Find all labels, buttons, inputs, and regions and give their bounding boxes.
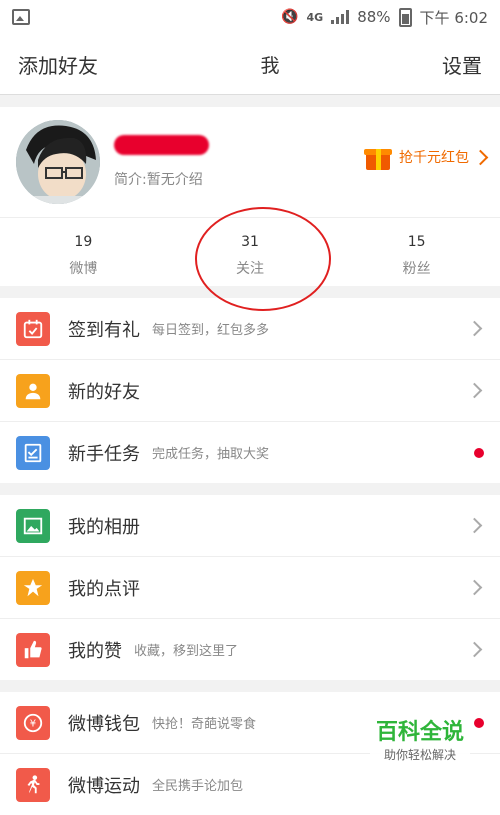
network-type: 4G	[306, 10, 324, 24]
gift-icon	[363, 143, 393, 171]
stat-label: 关注	[236, 261, 264, 277]
star-icon	[16, 570, 50, 605]
stat-followers[interactable]: 15 粉丝	[333, 218, 500, 286]
menu-item-label: 微博钱包	[68, 713, 140, 735]
signal-icon	[331, 10, 350, 24]
svg-text:¥: ¥	[30, 718, 36, 729]
menu-item-label: 签到有礼	[68, 319, 140, 341]
menu-item-checkin[interactable]: 签到有礼 每日签到，红包多多	[0, 298, 500, 360]
chevron-right-icon	[466, 320, 483, 337]
menu-item-newbie-tasks[interactable]: 新手任务 完成任务，抽取大奖	[0, 422, 500, 483]
photo-icon	[16, 508, 50, 543]
avatar[interactable]	[16, 120, 100, 204]
username-redacted	[114, 135, 209, 155]
menu-item-new-friends[interactable]: 新的好友	[0, 360, 500, 422]
menu-item-label: 新手任务	[68, 443, 140, 465]
chevron-right-icon	[466, 382, 483, 399]
watermark: 百科全说 助你轻松解决	[369, 712, 470, 765]
clock: 下午 6:02	[419, 8, 488, 27]
menu-item-desc: 完成任务，抽取大奖	[152, 447, 270, 462]
profile-header[interactable]: 简介:暂无介绍 抢千元红包	[0, 107, 500, 217]
chevron-right-icon	[472, 149, 489, 165]
menu-item-label: 我的相册	[68, 516, 140, 538]
thumbs-up-icon	[16, 632, 50, 667]
mute-icon: 🔇	[281, 9, 299, 25]
chevron-right-icon	[466, 517, 483, 534]
image-notification-icon	[12, 9, 30, 25]
menu-item-reviews[interactable]: 我的点评	[0, 557, 500, 619]
wallet-icon: ¥	[16, 705, 50, 740]
stats-row: 19 微博 31 关注 15 粉丝	[0, 217, 500, 286]
chevron-right-icon	[466, 579, 483, 596]
page-title: 我	[260, 54, 280, 77]
person-icon	[16, 373, 50, 408]
menu-item-likes[interactable]: 我的赞 收藏，移到这里了	[0, 619, 500, 680]
menu-item-label: 我的点评	[68, 578, 140, 600]
settings-button[interactable]: 设置	[442, 50, 482, 79]
bio-text: 简介:暂无介绍	[114, 172, 203, 188]
status-bar: 🔇 4G 88% 下午 6:02	[0, 0, 500, 34]
stat-number: 19	[74, 234, 93, 250]
stat-number: 15	[407, 234, 426, 250]
menu-group-2: 我的相册 我的点评 我的赞 收藏，移到这里了	[0, 495, 500, 680]
stat-label: 微博	[69, 261, 98, 277]
red-packet-link[interactable]: 抢千元红包	[363, 143, 489, 171]
watermark-subtitle: 助你轻松解决	[383, 748, 456, 762]
stat-label: 粉丝	[402, 261, 431, 277]
stat-following[interactable]: 31 关注	[167, 218, 334, 286]
menu-item-desc: 收藏，移到这里了	[134, 644, 239, 659]
menu-item-album[interactable]: 我的相册	[0, 495, 500, 557]
menu-item-desc: 快抢！奇葩说零食	[152, 717, 257, 732]
battery-icon	[398, 7, 412, 27]
calendar-check-icon	[16, 311, 50, 346]
watermark-title: 百科全说	[375, 720, 464, 745]
red-packet-label: 抢千元红包	[399, 150, 469, 166]
menu-item-desc: 每日签到，红包多多	[152, 323, 270, 338]
menu-item-label: 微博运动	[68, 775, 140, 797]
running-icon	[16, 767, 50, 802]
profile-card: 简介:暂无介绍 抢千元红包 19 微博 31 关注 15 粉丝	[0, 107, 500, 286]
battery-percent: 88%	[357, 8, 391, 26]
notification-dot	[474, 447, 484, 458]
notification-dot	[474, 717, 484, 728]
menu-item-desc: 全民携手论加包	[152, 779, 244, 794]
top-nav: 添加好友 我 设置	[0, 34, 500, 95]
chevron-right-icon	[466, 641, 483, 658]
stat-weibo[interactable]: 19 微博	[0, 218, 167, 286]
stat-number: 31	[241, 234, 259, 250]
checklist-icon	[16, 435, 50, 470]
add-friend-button[interactable]: 添加好友	[18, 50, 98, 79]
menu-group-1: 签到有礼 每日签到，红包多多 新的好友 新手任务 完成任务，抽取大奖	[0, 298, 500, 483]
menu-item-label: 新的好友	[68, 381, 140, 403]
menu-item-label: 我的赞	[68, 640, 122, 662]
